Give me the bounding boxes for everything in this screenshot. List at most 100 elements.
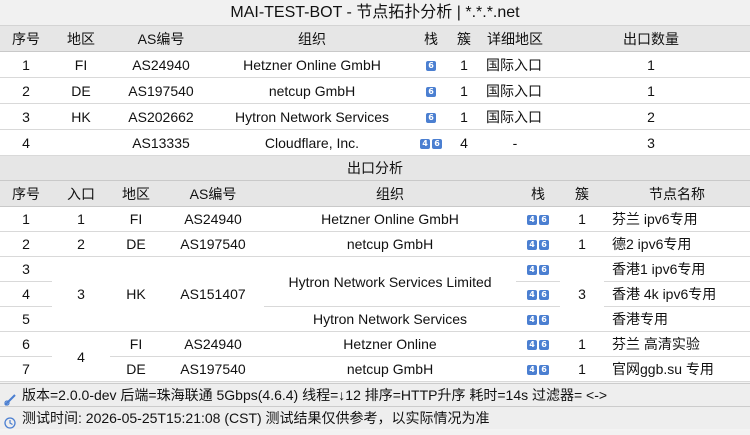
cell-index: 3 <box>0 256 52 282</box>
cell-region: DE <box>110 356 162 382</box>
cell-index: 6 <box>0 331 52 357</box>
cell-as: AS151407 <box>162 256 264 332</box>
cell-region: FI <box>110 331 162 357</box>
cell-cluster: 1 <box>560 206 604 232</box>
ipv6-badge-icon: 6 <box>539 315 549 326</box>
cell-as: AS13335 <box>110 129 212 156</box>
settings-icon <box>4 390 16 407</box>
cell-as: AS202662 <box>110 103 212 130</box>
cell-node-name: 香港专用 <box>604 306 750 332</box>
topology-header-row: 序号 地区 AS编号 组织 栈 簇 详细地区 出口数量 <box>0 26 750 52</box>
cell-region: HK <box>52 103 110 130</box>
col-header: 组织 <box>264 181 516 207</box>
cell-exits: 1 <box>552 77 750 104</box>
cell-stack: 46 <box>516 356 560 382</box>
col-header: 簇 <box>560 181 604 207</box>
cell-org: Hytron Network Services <box>212 103 412 130</box>
cell-node-name: 香港1 ipv6专用 <box>604 256 750 282</box>
table-row[interactable]: 7 DE AS197540 netcup GmbH 46 1 官网ggb.su … <box>0 356 750 382</box>
cell-org: Hytron Network Services <box>264 306 516 332</box>
ipv6-badge-icon: 6 <box>426 60 436 71</box>
table-row[interactable]: 4 AS13335 Cloudflare, Inc. 46 4 - 3 <box>0 129 750 156</box>
cell-cluster: 4 <box>450 129 478 156</box>
cell-cluster: 1 <box>560 231 604 257</box>
cell-region: FI <box>52 51 110 78</box>
cell-entry: 1 <box>52 206 110 232</box>
cell-detail: 国际入口 <box>478 51 552 78</box>
cell-stack: 46 <box>412 129 450 156</box>
cell-entry: 3 <box>52 256 110 332</box>
table-row[interactable]: 6 4 FI AS24940 Hetzner Online 46 1 芬兰 高清… <box>0 331 750 382</box>
cell-org: netcup GmbH <box>212 77 412 104</box>
cell-node-name: 香港 4k ipv6专用 <box>604 281 750 307</box>
cell-region <box>52 129 110 156</box>
ipv4-badge-icon: 4 <box>527 215 537 226</box>
cell-stack: 46 <box>516 306 560 332</box>
cell-detail: 国际入口 <box>478 103 552 130</box>
status-info-text: 版本=2.0.0-dev 后端=珠海联通 5Gbps(4.6.4) 线程=↓12… <box>22 387 608 403</box>
cell-as: AS197540 <box>162 356 264 382</box>
cell-cluster: 3 <box>560 256 604 332</box>
cell-index: 5 <box>0 306 52 332</box>
ipv6-badge-icon: 6 <box>539 265 549 276</box>
cell-org: Cloudflare, Inc. <box>212 129 412 156</box>
ipv6-badge-icon: 6 <box>539 365 549 376</box>
cell-cluster: 1 <box>450 77 478 104</box>
cell-region: FI <box>110 206 162 232</box>
cell-org: Hetzner Online GmbH <box>264 206 516 232</box>
ipv4-badge-icon: 4 <box>527 340 537 351</box>
cell-detail: - <box>478 129 552 156</box>
table-row[interactable]: 3 HK AS202662 Hytron Network Services 6 … <box>0 103 750 130</box>
cell-index: 7 <box>0 356 52 382</box>
col-header: 入口 <box>52 181 110 207</box>
cell-node-name: 芬兰 高清实验 <box>604 331 750 357</box>
cell-cluster: 1 <box>560 331 604 357</box>
col-header: 节点名称 <box>604 181 750 207</box>
ipv4-badge-icon: 4 <box>527 240 537 251</box>
table-row[interactable]: 1 FI AS24940 Hetzner Online GmbH 6 1 国际入… <box>0 51 750 78</box>
cell-index: 2 <box>0 77 52 104</box>
cell-node-name: 芬兰 ipv6专用 <box>604 206 750 232</box>
cell-exits: 2 <box>552 103 750 130</box>
cell-exits: 1 <box>552 51 750 78</box>
col-header: 详细地区 <box>478 26 552 52</box>
col-header: 地区 <box>52 26 110 52</box>
ipv4-badge-icon: 4 <box>420 138 430 149</box>
col-header: 栈 <box>516 181 560 207</box>
col-header: AS编号 <box>162 181 264 207</box>
exit-table: 序号 入口 地区 AS编号 组织 栈 簇 节点名称 1 1 FI AS24940… <box>0 181 750 382</box>
table-row[interactable]: 3 3 HK AS151407 Hytron Network Services … <box>0 256 750 332</box>
ipv6-badge-icon: 6 <box>426 112 436 123</box>
cell-org: netcup GmbH <box>264 356 516 382</box>
cell-index: 1 <box>0 51 52 78</box>
cell-region: DE <box>52 77 110 104</box>
table-row[interactable]: 2 2 DE AS197540 netcup GmbH 46 1 德2 ipv6… <box>0 231 750 257</box>
col-header: 序号 <box>0 181 52 207</box>
cell-region: DE <box>110 231 162 257</box>
cell-org: Hytron Network Services Limited <box>264 256 516 307</box>
status-bar-info: 版本=2.0.0-dev 后端=珠海联通 5Gbps(4.6.4) 线程=↓12… <box>0 383 750 407</box>
status-bar-time: 测试时间: 2026-05-25T15:21:08 (CST) 测试结果仅供参考… <box>0 406 750 429</box>
ipv6-badge-icon: 6 <box>426 86 436 97</box>
col-header: 地区 <box>110 181 162 207</box>
cell-as: AS24940 <box>162 331 264 357</box>
table-row[interactable]: 1 1 FI AS24940 Hetzner Online GmbH 46 1 … <box>0 206 750 232</box>
ipv6-badge-icon: 6 <box>539 340 549 351</box>
cell-stack: 6 <box>412 51 450 78</box>
cell-index: 4 <box>0 129 52 156</box>
cell-region: HK <box>110 256 162 332</box>
ipv4-badge-icon: 4 <box>527 290 537 301</box>
cell-stack: 46 <box>516 281 560 307</box>
clock-icon <box>4 413 16 429</box>
cell-stack: 46 <box>516 256 560 282</box>
window-title: MAI-TEST-BOT - 节点拓扑分析 | *.*.*.net <box>0 0 750 26</box>
status-time-text: 测试时间: 2026-05-25T15:21:08 (CST) 测试结果仅供参考… <box>22 410 490 426</box>
cell-stack: 46 <box>516 206 560 232</box>
col-header: 组织 <box>212 26 412 52</box>
cell-cluster: 1 <box>560 356 604 382</box>
cell-node-name: 官网ggb.su 专用 <box>604 356 750 382</box>
exit-section-title: 出口分析 <box>0 156 750 181</box>
col-header: 簇 <box>450 26 478 52</box>
cell-exits: 3 <box>552 129 750 156</box>
table-row[interactable]: 2 DE AS197540 netcup GmbH 6 1 国际入口 1 <box>0 77 750 104</box>
